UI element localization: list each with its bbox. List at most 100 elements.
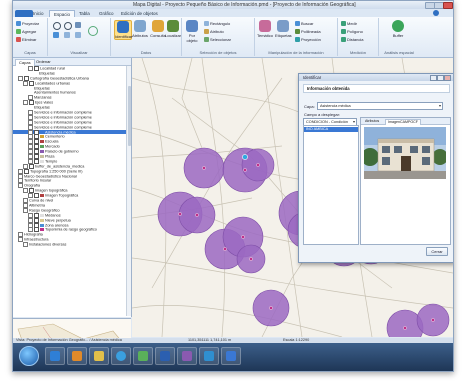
group-manipulacion: Temático Etiquetas Buscar Polilineada Pr… xyxy=(255,18,338,56)
medical-facility-point[interactable] xyxy=(431,318,435,322)
expand-icon[interactable] xyxy=(23,242,28,248)
etiquetas-button[interactable]: Etiquetas xyxy=(275,20,292,38)
distancia-button[interactable]: Distancia xyxy=(341,37,363,43)
por-objeto-button[interactable]: Por objeto xyxy=(184,20,200,43)
edit-icon xyxy=(182,351,192,361)
taskbar-app-5[interactable] xyxy=(133,347,153,365)
proyeccion-button[interactable]: Proyección xyxy=(295,37,321,43)
help-icon[interactable] xyxy=(433,10,439,16)
proyectar-button[interactable]: Proyectar xyxy=(16,21,39,27)
medical-facility-point[interactable] xyxy=(243,168,247,172)
remove-layer-icon xyxy=(16,37,21,43)
taskbar-app-4[interactable] xyxy=(111,347,131,365)
taskbar-app-1[interactable] xyxy=(45,347,65,365)
layer-tree-item[interactable]: Instalaciones diversas xyxy=(13,242,127,248)
full-extent-icon[interactable] xyxy=(53,32,59,38)
tematico-button[interactable]: Temático xyxy=(257,20,273,38)
tab-imagen[interactable]: ImagenCAMPOCF xyxy=(385,118,421,125)
group-visualizar: Visualizar xyxy=(48,18,111,56)
layer-tree-label: Plaza xyxy=(45,154,55,159)
info-icon xyxy=(117,21,129,33)
buffer-label: Buffer xyxy=(392,33,404,38)
legend-symbol-icon xyxy=(40,228,44,232)
road-line xyxy=(181,58,203,149)
labels-icon xyxy=(277,20,289,32)
identify-dialog-titlebar: Identificar xyxy=(299,74,453,81)
seleccionar-button[interactable]: Seleccionar xyxy=(204,37,231,43)
tab-grafico[interactable]: Gráfico xyxy=(95,10,118,17)
legend-symbol-icon xyxy=(40,140,44,144)
medical-facility-point[interactable] xyxy=(241,235,245,239)
feature-list[interactable]: INO AMBICA xyxy=(303,125,359,245)
atributos-button[interactable]: Atributos xyxy=(132,20,148,38)
consulta-button[interactable]: Consulta xyxy=(150,20,166,38)
dialog-close-icon[interactable] xyxy=(444,75,451,81)
rectangulo-label: Rectángulo xyxy=(210,21,231,26)
tab-atributos[interactable]: Atributos xyxy=(363,119,381,124)
tab-inicio[interactable]: Inicio xyxy=(29,10,48,17)
seleccionar-label: Seleccionar xyxy=(210,37,231,42)
rectangulo-button[interactable]: Rectángulo xyxy=(204,21,231,27)
previous-view-icon[interactable] xyxy=(64,32,70,38)
taskbar-app-9[interactable] xyxy=(221,347,241,365)
zoom-out-icon[interactable] xyxy=(64,22,72,30)
group-label-medicion: Medición xyxy=(349,50,366,55)
query-icon xyxy=(152,20,164,32)
eliminar-button[interactable]: Eliminar xyxy=(16,37,37,43)
close-button[interactable] xyxy=(443,2,453,9)
medical-facility-point[interactable] xyxy=(403,326,407,330)
medical-facility-point[interactable] xyxy=(202,166,206,170)
title-bar: Mapa Digital - Proyecto Pequeño Básico d… xyxy=(13,1,453,9)
atributo-button[interactable]: Atributo xyxy=(204,29,224,35)
taskbar-app-7[interactable] xyxy=(177,347,197,365)
medical-facility-point[interactable] xyxy=(269,306,273,310)
tab-capas[interactable]: Capas xyxy=(15,59,35,66)
medir-button[interactable]: Medir xyxy=(341,21,357,27)
medical-facility-point[interactable] xyxy=(223,247,227,251)
layer-tree-scrollbar[interactable] xyxy=(126,66,131,316)
layer-tree-label: Manzanas xyxy=(34,95,52,100)
taskbar-app-6[interactable] xyxy=(155,347,175,365)
taskbar-app-3[interactable] xyxy=(89,347,109,365)
buffer-button[interactable]: Buffer xyxy=(390,20,406,38)
close-button[interactable]: Cerrar xyxy=(426,247,448,256)
medical-facility-point[interactable] xyxy=(256,163,260,167)
localizar-label: Localizar xyxy=(165,33,182,38)
building-image xyxy=(364,127,446,179)
tab-tabla[interactable]: Tabla xyxy=(75,10,94,17)
refresh-icon[interactable] xyxy=(88,26,98,36)
chevron-down-icon xyxy=(439,104,441,107)
buscar-button[interactable]: Buscar xyxy=(295,21,313,27)
layer-tree-label: Rasgo Geográfico xyxy=(29,208,60,213)
medical-facility-point[interactable] xyxy=(178,212,182,216)
layer-tree-label: Altimetría xyxy=(29,203,46,208)
medical-facility-point[interactable] xyxy=(195,213,199,217)
layers-panel-tabs: Capas Ordenar xyxy=(13,58,131,66)
medical-facility-point[interactable] xyxy=(249,257,253,261)
polilineada-button[interactable]: Polilineada xyxy=(295,29,321,35)
polyline-icon xyxy=(295,29,300,35)
scrollbar-thumb[interactable] xyxy=(127,86,131,146)
layer-tree-label: Etiquetas xyxy=(34,105,50,110)
localizar-button[interactable]: Localizar xyxy=(165,20,181,38)
zoom-in-icon[interactable] xyxy=(53,22,61,30)
start-button[interactable] xyxy=(19,346,39,366)
identificar-button[interactable]: Identificar xyxy=(114,20,132,40)
taskbar-app-2[interactable] xyxy=(67,347,87,365)
feature-list-item[interactable]: INO AMBICA xyxy=(304,127,358,132)
dialog-maximize-button[interactable] xyxy=(437,75,444,81)
poligono-button[interactable]: Polígono xyxy=(341,29,363,35)
dialog-minimize-button[interactable] xyxy=(430,75,437,81)
layer-tree: Localidad rural Etiquetas Cartografía Geoe… xyxy=(13,66,127,316)
layer-select[interactable]: Asistencia médica xyxy=(317,102,443,110)
eliminar-label: Eliminar xyxy=(22,37,37,42)
selected-feature-point[interactable] xyxy=(242,154,248,160)
pan-icon[interactable] xyxy=(75,22,81,28)
tematico-label: Temático xyxy=(257,33,274,38)
taskbar-app-8[interactable] xyxy=(199,347,219,365)
next-view-icon[interactable] xyxy=(75,32,81,38)
tab-ordenar[interactable]: Ordenar xyxy=(33,59,54,65)
tab-edicion-objetos[interactable]: Edición de objetos xyxy=(117,10,162,17)
group-label-analisis: Análisis espacial xyxy=(384,50,414,55)
agregar-button[interactable]: Agregar xyxy=(16,29,36,35)
